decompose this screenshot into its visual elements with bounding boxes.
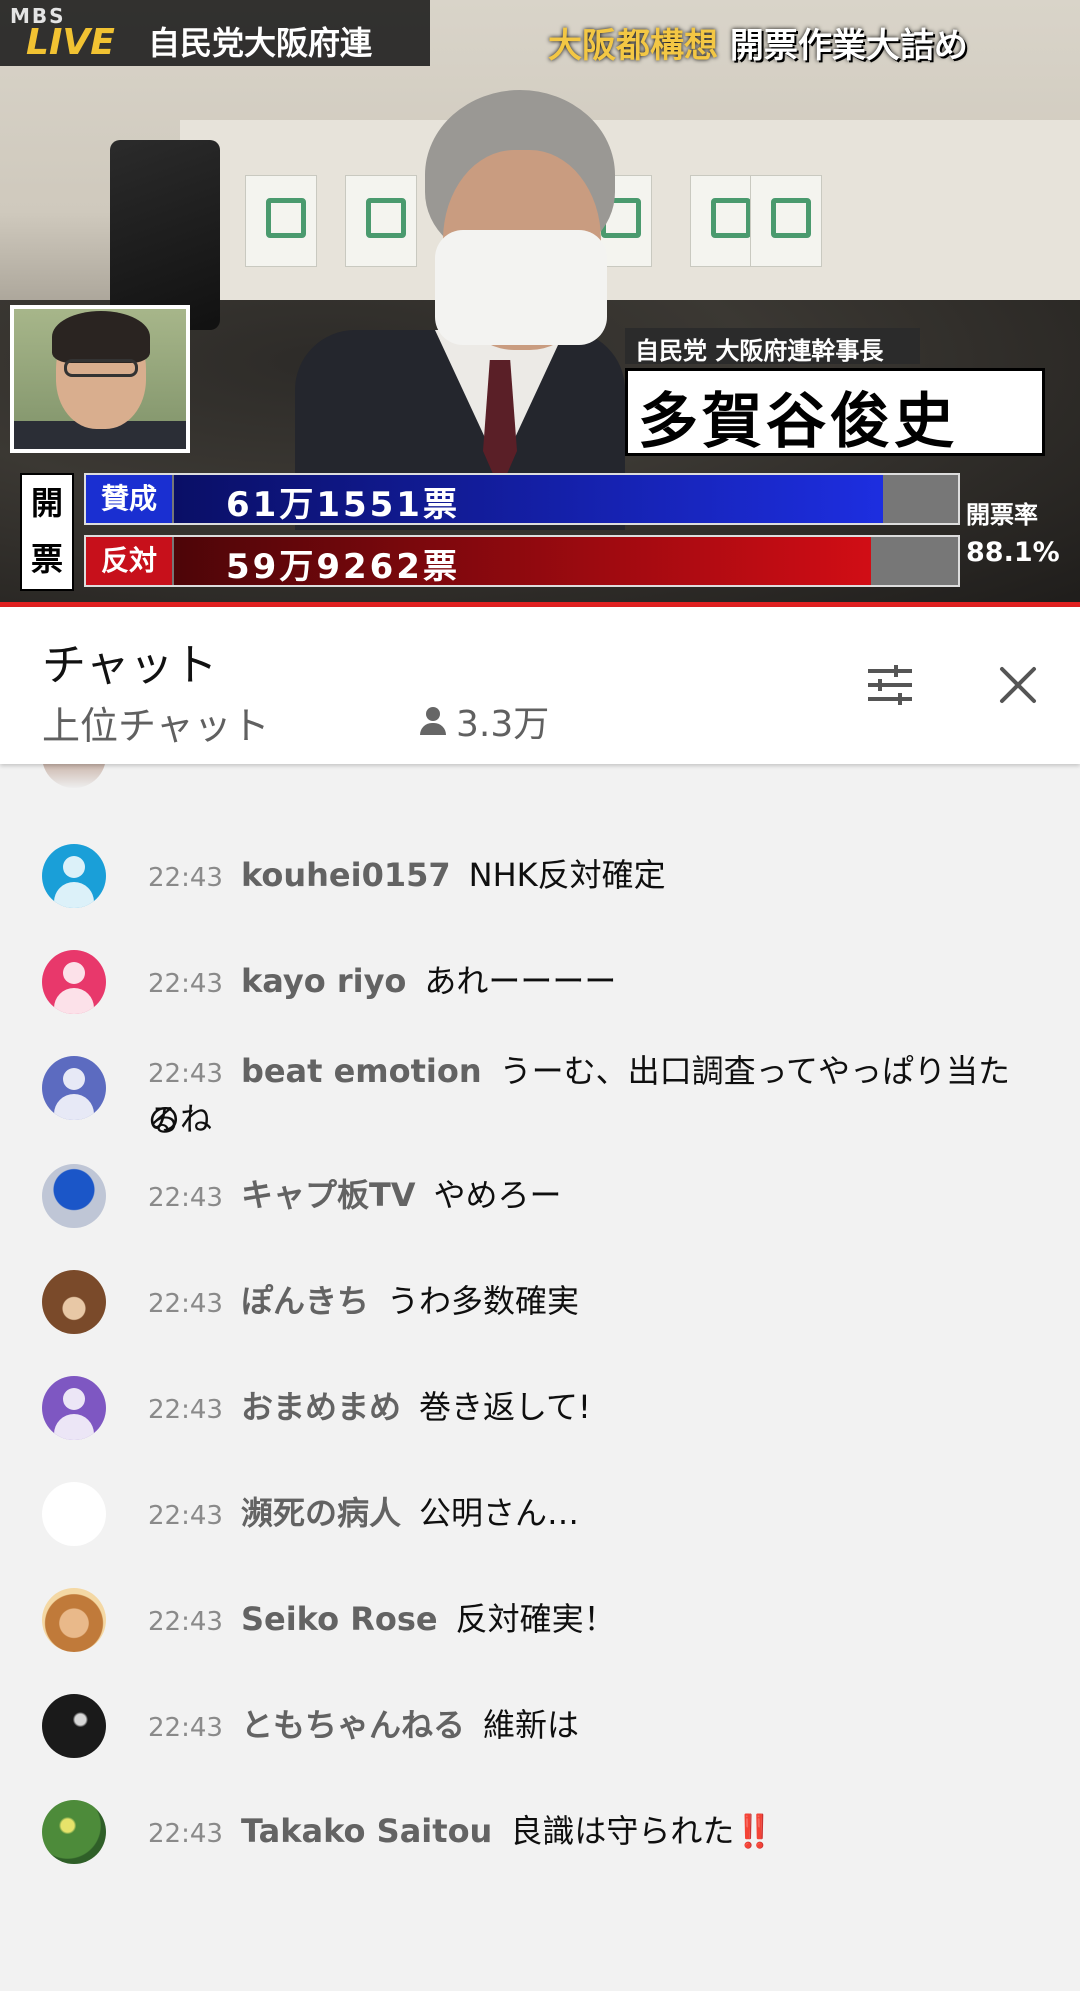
message-text: 22:43 おまめまめ 巻き返して! (148, 1384, 1040, 1433)
viewer-count: 3.3万 (418, 695, 549, 747)
message-text: 22:43 Takako Saitou 良識は守られた‼️ (148, 1808, 1040, 1857)
message-body: NHK反対確定 (468, 856, 666, 894)
tune-button[interactable] (862, 657, 918, 713)
message-author[interactable]: Takako Saitou (241, 1812, 492, 1850)
person-icon (418, 705, 448, 737)
message-text: 22:43 キャプ板TV やめろー (148, 1172, 1040, 1221)
avatar (42, 1376, 106, 1440)
chat-title: チャット (42, 640, 218, 691)
message-body: あれーーーー (424, 962, 617, 1000)
chat-mode-selector[interactable]: 上位チャット (42, 695, 270, 750)
message-text: 22:43 beat emotion うーむ、出口調査ってやっぱり当たる (148, 1048, 1040, 1143)
avatar (42, 1800, 106, 1864)
close-chat-button[interactable] (990, 657, 1046, 713)
message-text: 22:43 ともちゃんねる 維新は (148, 1702, 1040, 1751)
viewer-count-value: 3.3万 (456, 704, 550, 745)
avatar (42, 1056, 106, 1120)
message-author[interactable]: ともちゃんねる (241, 1706, 465, 1744)
message-time: 22:43 (148, 1607, 223, 1637)
against-votes: 59万9262票 (226, 547, 460, 587)
message-time: 22:43 (148, 1059, 223, 1089)
for-votes-bar: 賛成 61万1551票 (84, 473, 960, 525)
tune-icon (868, 665, 912, 705)
avatar (42, 1270, 106, 1334)
topic-caption: 大阪都構想 開票作業大詰め (548, 18, 968, 67)
chat-message-list[interactable]: 22:4321 07おっと？ 22:43kouhei0157NHK反対確定 22… (0, 740, 1080, 1991)
message-body: やめろー (433, 1176, 562, 1214)
interviewee-image (295, 90, 625, 530)
message-body: 反対確実！ (455, 1600, 616, 1638)
message-body: 巻き返して! (418, 1388, 591, 1426)
message-time: 22:43 (148, 1501, 223, 1531)
speaker-name: 多賀谷俊史 (625, 368, 1045, 457)
message-text: 22:43 ぽんきち うわ多数確実 (148, 1278, 1040, 1327)
message-text: 22:43 Seiko Rose 反対確実！ (148, 1596, 1040, 1645)
live-badge: LIVE (26, 22, 115, 63)
message-time: 22:43 (148, 1289, 223, 1319)
message-author[interactable]: おまめまめ (241, 1388, 401, 1426)
message-text: 22:43 kouhei0157 NHK反対確定 (148, 852, 1040, 901)
message-time: 22:43 (148, 1183, 223, 1213)
message-time: 22:43 (148, 1819, 223, 1849)
avatar (42, 844, 106, 908)
message-time: 22:43 (148, 1713, 223, 1743)
message-author[interactable]: kouhei0157 (241, 856, 451, 894)
message-time: 22:43 (148, 863, 223, 893)
against-votes-bar: 反対 59万9262票 (84, 535, 960, 587)
location-title: 自民党大阪府連 (148, 24, 373, 62)
speaker-role: 自民党 大阪府連幹事長 (625, 328, 920, 365)
live-video-player[interactable]: MBS LIVE 自民党大阪府連 大阪都構想 開票作業大詰め 自民党 大阪府連幹… (0, 0, 1080, 607)
message-body: 公明さん… (418, 1494, 579, 1532)
live-banner: MBS LIVE 自民党大阪府連 (0, 0, 430, 66)
message-text: 22:43 瀕死の病人 公明さん… (148, 1490, 1040, 1539)
avatar (42, 1164, 106, 1228)
tv-camera (110, 140, 220, 330)
tally-side-char: 票 (30, 540, 63, 578)
message-body: うわ多数確実 (386, 1282, 579, 1320)
message-body-continued: のね (148, 1100, 213, 1138)
avatar (42, 1588, 106, 1652)
for-label: 賛成 (86, 475, 172, 523)
message-body: 良識は守られた‼️ (510, 1812, 775, 1850)
close-icon (1000, 667, 1036, 703)
wall-poster (750, 175, 822, 267)
tally-side-char: 開 (30, 484, 63, 522)
count-rate-label: 開票率 (966, 501, 1038, 529)
count-rate-value: 88.1% (966, 537, 1060, 568)
tally-side-label: 開 票 (20, 473, 74, 591)
studio-inset-image (10, 305, 190, 453)
message-author[interactable]: kayo riyo (241, 962, 406, 1000)
message-body: 維新は (482, 1706, 579, 1744)
message-author[interactable]: beat emotion (241, 1052, 482, 1090)
message-author[interactable]: ぽんきち (241, 1282, 369, 1320)
avatar (42, 1694, 106, 1758)
topic-highlight: 大阪都構想 (548, 26, 718, 66)
avatar (42, 1482, 106, 1546)
chat-header: チャット 上位チャット 3.3万 (0, 607, 1080, 764)
message-author[interactable]: キャプ板TV (241, 1176, 416, 1214)
against-label: 反対 (86, 537, 172, 585)
message-time: 22:43 (148, 969, 223, 999)
message-time: 22:43 (148, 1395, 223, 1425)
topic-rest: 開票作業大詰め (729, 26, 968, 66)
avatar (42, 950, 106, 1014)
vote-tally: 開 票 賛成 61万1551票 反対 59万9262票 開票率 88.1% (0, 465, 1080, 605)
message-author[interactable]: Seiko Rose (241, 1600, 438, 1638)
for-votes: 61万1551票 (226, 485, 460, 525)
message-author[interactable]: 瀕死の病人 (241, 1494, 401, 1532)
message-text: 22:43 kayo riyo あれーーーー (148, 958, 1040, 1007)
